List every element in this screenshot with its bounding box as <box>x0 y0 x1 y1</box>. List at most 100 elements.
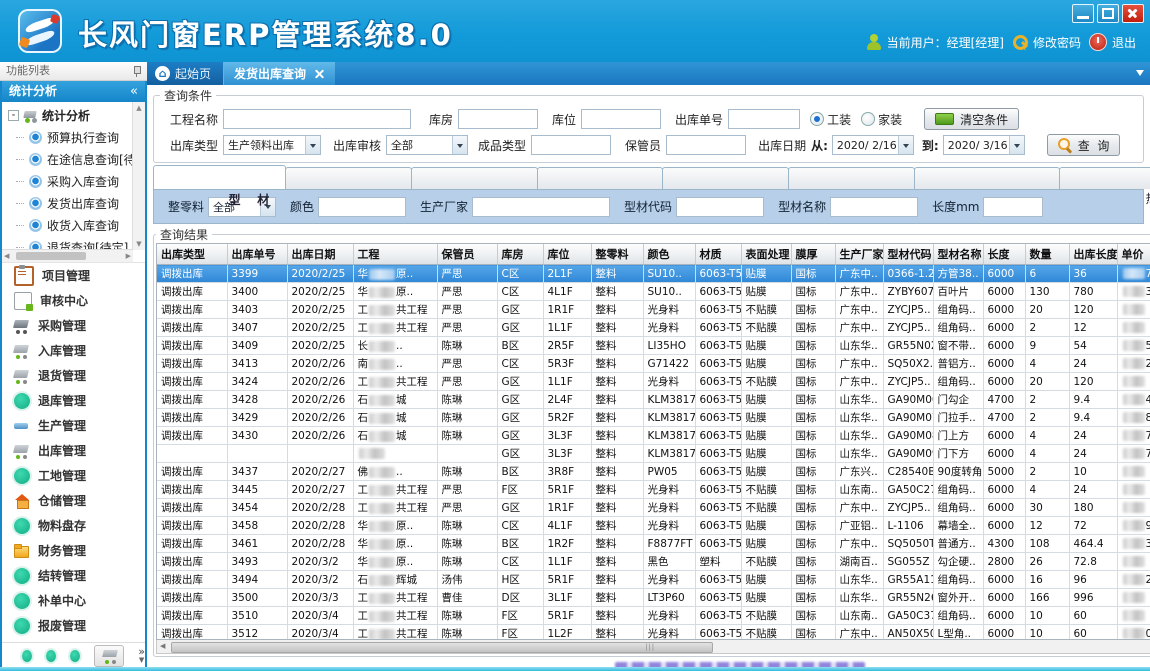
tree-collapse-icon[interactable]: - <box>8 110 19 121</box>
maximize-button[interactable] <box>1097 4 1119 23</box>
date-from-select[interactable]: 2020/ 2/16 <box>832 135 914 155</box>
table-row[interactable]: 调拨出库 3424 2020/2/26 工共工程 严思 G区 1L1F 整料 光 <box>157 373 1150 391</box>
table-row[interactable]: 调拨出库 3454 2020/2/28 工共工程 严思 G区 1R1F 整料 光 <box>157 499 1150 517</box>
date-to-select[interactable]: 2020/ 3/16 <box>943 135 1025 155</box>
column-header[interactable]: 表面处理 <box>741 244 791 265</box>
warehouse-input[interactable] <box>458 109 538 129</box>
column-header[interactable]: 型材名称 <box>933 244 983 265</box>
sidebar-menu-item[interactable]: 生产管理 <box>2 413 145 438</box>
scroll-left-icon[interactable]: ◀ <box>160 642 165 650</box>
sidebar-menu-item[interactable]: 工地管理 <box>2 463 145 488</box>
radio-jiazhuang[interactable] <box>861 112 875 126</box>
tab-list-dropdown-icon[interactable] <box>1136 70 1144 80</box>
sidebar-menu-item[interactable]: 退货管理 <box>2 363 145 388</box>
tree-item[interactable]: 发货出库查询 <box>2 192 133 214</box>
horizontal-scroll-thumb[interactable] <box>171 642 713 653</box>
table-row[interactable]: G区 3L3F 整料 KLM3817 6063-T5 贴膜 国标 山东华.. G <box>157 445 1150 463</box>
sidebar-menu-item[interactable]: 补单中心 <box>2 588 145 613</box>
column-header[interactable]: 颜色 <box>643 244 695 265</box>
tree-vertical-scrollbar[interactable]: ▲▼ <box>132 102 145 250</box>
table-row[interactable]: 调拨出库 3500 2020/3/3 工共工程 曹佳 D区 3L1F 整料 LT <box>157 589 1150 607</box>
clear-conditions-button[interactable]: 清空条件 <box>924 108 1019 130</box>
more-chevron-icon[interactable]: »▼ <box>138 648 145 664</box>
tab-shipment-query[interactable]: 发货出库查询 <box>223 62 335 85</box>
sidebar-menu-item[interactable]: 财务管理 <box>2 538 145 563</box>
column-header[interactable]: 出库类型 <box>157 244 227 265</box>
sidebar-menu-item[interactable]: 采购管理 <box>2 313 145 338</box>
search-button[interactable]: 查 询 <box>1047 134 1121 156</box>
order-no-input[interactable] <box>728 109 800 129</box>
column-header[interactable]: 单价 <box>1117 244 1150 265</box>
column-header[interactable]: 膜厚 <box>791 244 835 265</box>
material-tab[interactable]: 辅 材 <box>411 167 538 189</box>
table-row[interactable]: 调拨出库 3512 2020/3/4 工共工程 陈琳 F区 1L2F 整料 光身 <box>157 625 1150 641</box>
material-tab[interactable]: 单 体 型 材 <box>914 167 1061 189</box>
table-row[interactable]: 调拨出库 3430 2020/2/26 石城 陈琳 G区 3L3F 整料 KLM <box>157 427 1150 445</box>
material-tab[interactable]: 型 材 <box>153 165 286 189</box>
column-header[interactable]: 工程 <box>353 244 437 265</box>
profile-name-input[interactable] <box>830 197 918 217</box>
close-button[interactable] <box>1122 4 1144 23</box>
collapse-icon[interactable]: « <box>130 81 138 102</box>
material-tab[interactable]: 耗 材 <box>788 167 915 189</box>
table-row[interactable]: 调拨出库 3400 2020/2/25 华原.. 严思 C区 4L1F 整料 S <box>157 283 1150 301</box>
material-tab[interactable]: 玻 璃 <box>537 167 664 189</box>
tab-close-icon[interactable] <box>314 68 325 79</box>
table-row[interactable]: 调拨出库 3458 2020/2/28 华原.. 陈琳 C区 4L1F 整料 光 <box>157 517 1150 535</box>
color-input[interactable] <box>318 197 406 217</box>
table-row[interactable]: 调拨出库 3461 2020/2/28 华原.. 陈琳 B区 1R2F 整料 F <box>157 535 1150 553</box>
cart-quick-button[interactable] <box>94 645 124 667</box>
table-row[interactable]: 调拨出库 3407 2020/2/25 工共工程 严思 G区 1L1F 整料 光 <box>157 319 1150 337</box>
column-header[interactable]: 型材代码 <box>883 244 933 265</box>
tree-item[interactable]: 预算执行查询 <box>2 126 133 148</box>
table-horizontal-scrollbar[interactable]: ◀ ||| ▶ <box>156 640 1150 654</box>
tree-root-node[interactable]: - 统计分析 <box>2 102 133 126</box>
length-input[interactable] <box>983 197 1043 217</box>
table-row[interactable]: 调拨出库 3437 2020/2/27 佛.. 陈琳 B区 3R8F 整料 PW <box>157 463 1150 481</box>
column-header[interactable]: 数量 <box>1025 244 1069 265</box>
table-row[interactable]: 调拨出库 3413 2020/2/26 南.. 严思 C区 5R3F 整料 G7 <box>157 355 1150 373</box>
pin-icon[interactable] <box>132 65 141 77</box>
circle-icon[interactable] <box>46 650 56 662</box>
table-row[interactable]: 调拨出库 3493 2020/3/2 华原.. 陈琳 C区 1L1F 整料 黑色 <box>157 553 1150 571</box>
out-type-select[interactable]: 生产领料出库 <box>223 135 321 155</box>
table-row[interactable]: 调拨出库 3403 2020/2/25 工共工程 严思 G区 1R1F 整料 光 <box>157 301 1150 319</box>
logout-button[interactable]: 退出 <box>1089 33 1136 51</box>
sidebar-menu-item[interactable]: 退库管理 <box>2 388 145 413</box>
tree-item[interactable]: 在途信息查询[待 <box>2 148 133 170</box>
column-header[interactable]: 材质 <box>695 244 741 265</box>
sidebar-menu-item[interactable]: 仓储管理 <box>2 488 145 513</box>
tab-home[interactable]: ⌂ 起始页 <box>147 62 223 85</box>
table-row[interactable]: 调拨出库 3429 2020/2/26 石城 陈琳 G区 5R2F 整料 KLM <box>157 409 1150 427</box>
column-header[interactable]: 整零料 <box>591 244 643 265</box>
sidebar-section-header[interactable]: 统计分析 « <box>2 81 145 102</box>
tree-item[interactable]: 退货查询[待定] <box>2 236 133 250</box>
keeper-input[interactable] <box>666 135 746 155</box>
column-header[interactable]: 出库单号 <box>227 244 287 265</box>
sidebar-menu-item[interactable]: 审核中心 <box>2 288 145 313</box>
table-row[interactable]: 调拨出库 3494 2020/3/2 石辉城 汤伟 H区 5R1F 整料 光身料 <box>157 571 1150 589</box>
location-input[interactable] <box>581 109 661 129</box>
column-header[interactable]: 长度 <box>983 244 1025 265</box>
material-tab[interactable]: 成 品 <box>662 167 789 189</box>
tree-item[interactable]: 采购入库查询 <box>2 170 133 192</box>
material-tab[interactable]: 隔 热 条 <box>1059 167 1150 189</box>
sidebar-menu-item[interactable]: 出库管理 <box>2 438 145 463</box>
circle-icon[interactable] <box>70 650 80 662</box>
table-row[interactable]: 调拨出库 3399 2020/2/25 华原.. 严思 C区 2L1F 整料 S <box>157 265 1150 283</box>
sidebar-menu-item[interactable]: 结转管理 <box>2 563 145 588</box>
profile-code-input[interactable] <box>676 197 764 217</box>
tree-horizontal-scrollbar[interactable]: ◀▶ <box>2 249 133 262</box>
product-type-input[interactable] <box>531 135 611 155</box>
table-row[interactable]: 调拨出库 3409 2020/2/25 长.. 陈琳 B区 2R5F 整料 LI <box>157 337 1150 355</box>
radio-gongzhuang[interactable] <box>810 112 824 126</box>
column-header[interactable]: 生产厂家 <box>835 244 883 265</box>
table-row[interactable]: 调拨出库 3428 2020/2/26 石城 陈琳 G区 2L4F 整料 KLM <box>157 391 1150 409</box>
sidebar-menu-item[interactable]: 入库管理 <box>2 338 145 363</box>
sidebar-menu-item[interactable]: 物料盘存 <box>2 513 145 538</box>
minimize-button[interactable] <box>1072 4 1094 23</box>
material-tab[interactable]: 配 件 <box>285 167 412 189</box>
table-row[interactable]: 调拨出库 3510 2020/3/4 工共工程 陈琳 F区 5R1F 整料 光身 <box>157 607 1150 625</box>
table-row[interactable]: 调拨出库 3445 2020/2/27 工共工程 严思 F区 5R1F 整料 光 <box>157 481 1150 499</box>
column-header[interactable]: 出库长度 <box>1069 244 1117 265</box>
